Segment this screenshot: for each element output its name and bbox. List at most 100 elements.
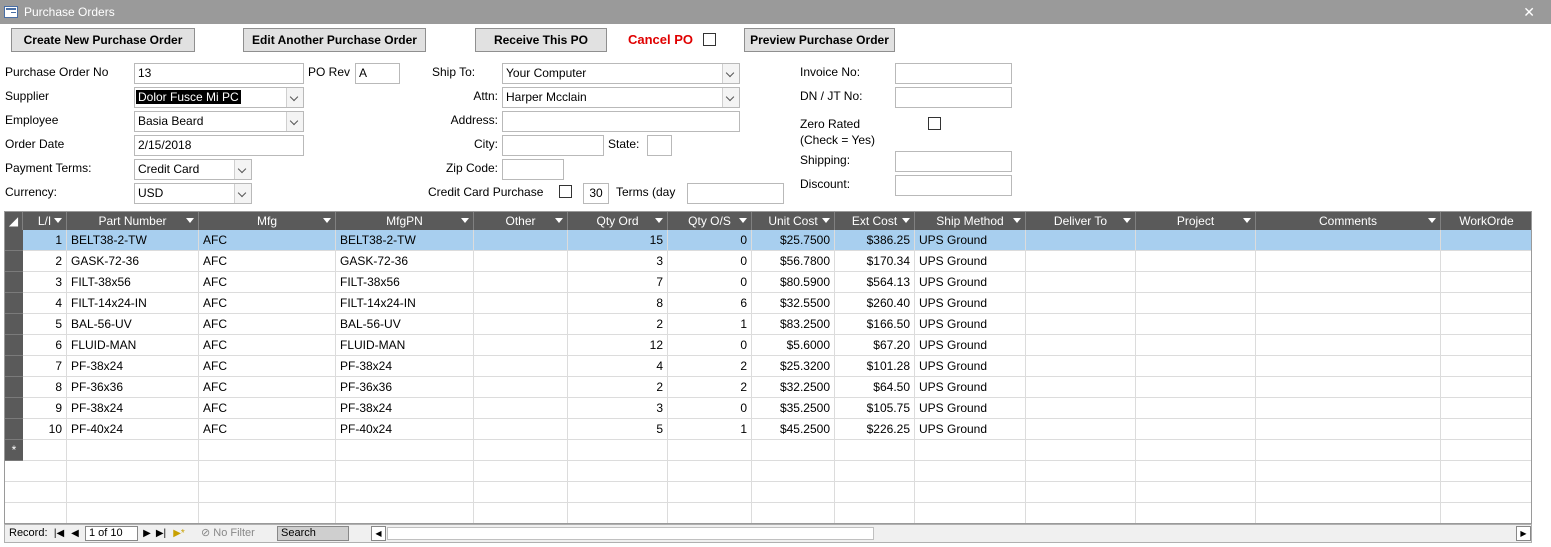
cell-qty-os[interactable]: 0: [668, 398, 752, 419]
cell-comments[interactable]: [1256, 335, 1441, 356]
cell-workorder[interactable]: [1441, 440, 1531, 461]
cell-unit-cost[interactable]: $32.2500: [752, 377, 835, 398]
cell-mfg[interactable]: AFC: [199, 356, 336, 377]
cell-deliver-to[interactable]: [1026, 419, 1136, 440]
cell-part-number[interactable]: PF-38x24: [67, 356, 199, 377]
cell-deliver-to[interactable]: [1026, 356, 1136, 377]
cell-other[interactable]: [474, 419, 568, 440]
row-selector[interactable]: [5, 251, 23, 272]
cell-project[interactable]: [1136, 377, 1256, 398]
column-header-mfg[interactable]: Mfg: [199, 212, 336, 230]
cell-mfg[interactable]: AFC: [199, 314, 336, 335]
cell-qty-ord[interactable]: 8: [568, 293, 668, 314]
cell-mfgpn[interactable]: GASK-72-36: [336, 251, 474, 272]
cell-qty-os[interactable]: 0: [668, 272, 752, 293]
po-no-field[interactable]: 13: [134, 63, 304, 84]
cell-deliver-to[interactable]: [1026, 293, 1136, 314]
zip-code-field[interactable]: [502, 159, 564, 180]
cell-other[interactable]: [474, 314, 568, 335]
cell-mfg[interactable]: AFC: [199, 272, 336, 293]
cell-part-number[interactable]: FLUID-MAN: [67, 335, 199, 356]
cell-project[interactable]: [1136, 293, 1256, 314]
cell-part-number[interactable]: FILT-38x56: [67, 272, 199, 293]
row-selector[interactable]: [5, 398, 23, 419]
close-icon[interactable]: ✕: [1523, 4, 1535, 21]
cell-comments[interactable]: [1256, 398, 1441, 419]
cell-workorder[interactable]: [1441, 419, 1531, 440]
filter-arrow-icon[interactable]: [739, 218, 747, 223]
table-row[interactable]: 2 GASK-72-36 AFC GASK-72-36 3 0 $56.7800 $170.3…: [5, 251, 1531, 272]
cell-other[interactable]: [474, 356, 568, 377]
terms-days-field[interactable]: 30: [583, 183, 609, 204]
cell-ship-method[interactable]: UPS Ground: [915, 419, 1026, 440]
column-header-li[interactable]: L/I: [23, 212, 67, 230]
cancel-po-checkbox[interactable]: [703, 33, 716, 46]
cell-comments[interactable]: [1256, 356, 1441, 377]
cell-qty-os[interactable]: 0: [668, 230, 752, 251]
cell-unit-cost[interactable]: $5.6000: [752, 335, 835, 356]
cell-mfgpn[interactable]: FILT-14x24-IN: [336, 293, 474, 314]
cell-deliver-to[interactable]: [1026, 440, 1136, 461]
table-row[interactable]: 1 BELT38-2-TW AFC BELT38-2-TW 15 0 $25.7500 $38…: [5, 230, 1531, 251]
cell-mfg[interactable]: AFC: [199, 377, 336, 398]
cell-unit-cost[interactable]: $35.2500: [752, 398, 835, 419]
cell-qty-ord[interactable]: [568, 440, 668, 461]
cell-part-number[interactable]: [67, 440, 199, 461]
cell-deliver-to[interactable]: [1026, 377, 1136, 398]
table-row[interactable]: 7 PF-38x24 AFC PF-38x24 4 2 $25.3200 $101.28 UPS…: [5, 356, 1531, 377]
order-date-field[interactable]: 2/15/2018: [134, 135, 304, 156]
chevron-down-icon[interactable]: [234, 184, 251, 203]
cell-mfgpn[interactable]: FILT-38x56: [336, 272, 474, 293]
cell-qty-os[interactable]: 1: [668, 314, 752, 335]
cell-unit-cost[interactable]: $80.5900: [752, 272, 835, 293]
cell-workorder[interactable]: [1441, 398, 1531, 419]
cell-unit-cost[interactable]: $56.7800: [752, 251, 835, 272]
cell-li[interactable]: 3: [23, 272, 67, 293]
cell-mfgpn[interactable]: BAL-56-UV: [336, 314, 474, 335]
filter-arrow-icon[interactable]: [1243, 218, 1251, 223]
cell-ext-cost[interactable]: $564.13: [835, 272, 915, 293]
cell-comments[interactable]: [1256, 377, 1441, 398]
cell-ext-cost[interactable]: $260.40: [835, 293, 915, 314]
cell-qty-ord[interactable]: 3: [568, 251, 668, 272]
next-record-icon[interactable]: ▶: [141, 526, 153, 541]
zero-rated-checkbox[interactable]: [928, 117, 941, 130]
cell-workorder[interactable]: [1441, 314, 1531, 335]
cell-qty-os[interactable]: 6: [668, 293, 752, 314]
cell-ship-method[interactable]: UPS Ground: [915, 398, 1026, 419]
filter-arrow-icon[interactable]: [655, 218, 663, 223]
cell-qty-os[interactable]: 0: [668, 251, 752, 272]
column-header-workorder[interactable]: WorkOrde: [1441, 212, 1531, 230]
cell-qty-os[interactable]: 1: [668, 419, 752, 440]
scroll-thumb[interactable]: [387, 527, 874, 540]
search-box[interactable]: Search: [277, 526, 349, 541]
cell-other[interactable]: [474, 230, 568, 251]
column-header-ext-cost[interactable]: Ext Cost: [835, 212, 915, 230]
filter-arrow-icon[interactable]: [1428, 218, 1436, 223]
employee-combo[interactable]: Basia Beard: [134, 111, 304, 132]
cell-project[interactable]: [1136, 314, 1256, 335]
cell-li[interactable]: [23, 440, 67, 461]
cell-mfgpn[interactable]: FLUID-MAN: [336, 335, 474, 356]
chevron-down-icon[interactable]: [286, 112, 303, 131]
cell-other[interactable]: [474, 293, 568, 314]
cell-mfg[interactable]: [199, 440, 336, 461]
cell-other[interactable]: [474, 398, 568, 419]
cell-part-number[interactable]: GASK-72-36: [67, 251, 199, 272]
cell-qty-ord[interactable]: 12: [568, 335, 668, 356]
row-selector[interactable]: [5, 377, 23, 398]
cell-ship-method[interactable]: [915, 440, 1026, 461]
cell-li[interactable]: 4: [23, 293, 67, 314]
table-row[interactable]: 5 BAL-56-UV AFC BAL-56-UV 2 1 $83.2500 $166.50 U…: [5, 314, 1531, 335]
address-field[interactable]: [502, 111, 740, 132]
ship-to-combo[interactable]: Your Computer: [502, 63, 740, 84]
cell-mfg[interactable]: AFC: [199, 230, 336, 251]
cell-mfgpn[interactable]: PF-36x36: [336, 377, 474, 398]
column-header-qty-ord[interactable]: Qty Ord: [568, 212, 668, 230]
receive-po-button[interactable]: Receive This PO: [475, 28, 607, 52]
cell-part-number[interactable]: PF-36x36: [67, 377, 199, 398]
cell-mfgpn[interactable]: PF-40x24: [336, 419, 474, 440]
column-header-mfgpn[interactable]: MfgPN: [336, 212, 474, 230]
cell-qty-ord[interactable]: 2: [568, 314, 668, 335]
cell-qty-os[interactable]: 2: [668, 377, 752, 398]
